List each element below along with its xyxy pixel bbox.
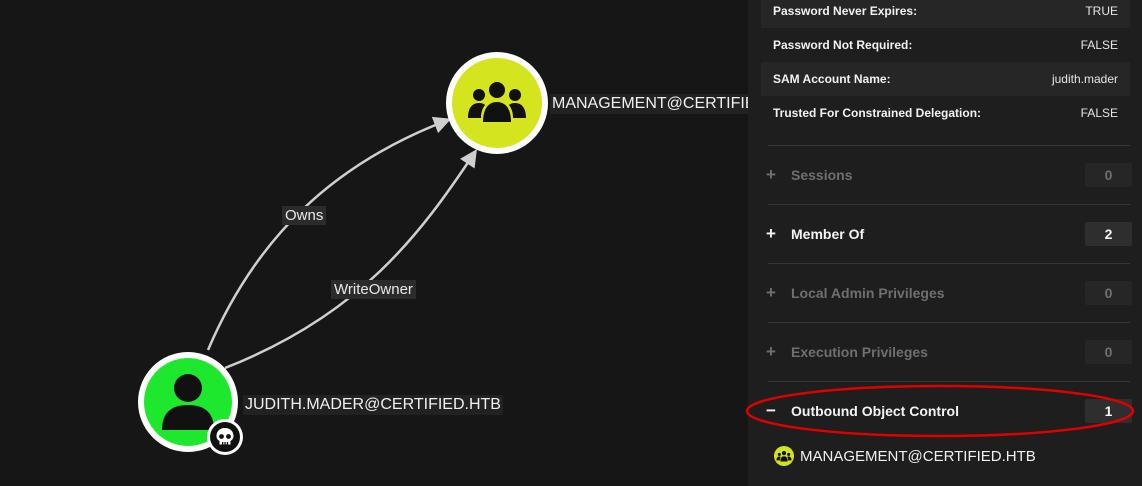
- expand-icon: +: [766, 224, 776, 243]
- edge-writeowner[interactable]: [224, 149, 477, 370]
- divider: [768, 204, 1130, 205]
- outbound-result-item[interactable]: MANAGEMENT@CERTIFIED.HTB: [774, 446, 1036, 466]
- section-title: Member Of: [791, 226, 865, 242]
- divider: [768, 381, 1130, 382]
- highlight-ellipse: [745, 384, 1135, 438]
- property-value: FALSE: [1080, 106, 1118, 120]
- section-local-admin-privileges[interactable]: + Local Admin Privileges 0: [748, 273, 1142, 313]
- property-value: TRUE: [1085, 4, 1118, 18]
- expand-icon: +: [766, 165, 776, 184]
- property-key: SAM Account Name:: [773, 72, 891, 86]
- property-key: Trusted For Constrained Delegation:: [773, 106, 982, 120]
- edge-label-owns[interactable]: Owns: [282, 206, 327, 225]
- group-node-fill: [452, 58, 542, 148]
- property-value: FALSE: [1080, 38, 1118, 52]
- section-count: 0: [1085, 340, 1132, 364]
- section-title: Local Admin Privileges: [791, 285, 945, 301]
- property-row: Password Not Required: FALSE: [761, 28, 1130, 62]
- property-value: judith.mader: [1051, 72, 1118, 86]
- group-node-label[interactable]: MANAGEMENT@CERTIFIED.HTB: [550, 94, 748, 114]
- group-node[interactable]: [446, 52, 548, 154]
- section-count: 2: [1085, 222, 1132, 246]
- graph-canvas[interactable]: Owns WriteOwner MANAGEMENT@CERTIFIED.HTB: [0, 0, 748, 486]
- section-count: 0: [1085, 163, 1132, 187]
- section-sessions[interactable]: + Sessions 0: [748, 155, 1142, 195]
- property-key: Password Not Required:: [773, 38, 913, 52]
- expand-icon: +: [766, 342, 776, 361]
- property-row: Trusted For Constrained Delegation: FALS…: [761, 96, 1130, 130]
- user-icon: [162, 374, 214, 430]
- divider: [768, 145, 1130, 146]
- divider: [768, 322, 1130, 323]
- user-node-badge: [207, 419, 243, 455]
- user-node-label[interactable]: JUDITH.MADER@CERTIFIED.HTB: [243, 395, 503, 415]
- property-key: Password Never Expires:: [773, 4, 918, 18]
- section-execution-privileges[interactable]: + Execution Privileges 0: [748, 332, 1142, 372]
- expand-icon: +: [766, 283, 776, 302]
- property-row: Password Never Expires: TRUE: [761, 0, 1130, 28]
- skull-icon: [216, 428, 234, 445]
- section-member-of[interactable]: + Member Of 2: [748, 214, 1142, 254]
- edge-owns[interactable]: [206, 116, 452, 351]
- section-title: Sessions: [791, 167, 853, 183]
- section-count: 0: [1085, 281, 1132, 305]
- group-icon: [468, 82, 526, 122]
- group-icon: [774, 446, 794, 466]
- section-title: Execution Privileges: [791, 344, 928, 360]
- property-row: SAM Account Name: judith.mader: [761, 62, 1130, 96]
- edge-label-writeowner[interactable]: WriteOwner: [331, 280, 416, 299]
- outbound-result-label: MANAGEMENT@CERTIFIED.HTB: [800, 447, 1036, 465]
- divider: [768, 263, 1130, 264]
